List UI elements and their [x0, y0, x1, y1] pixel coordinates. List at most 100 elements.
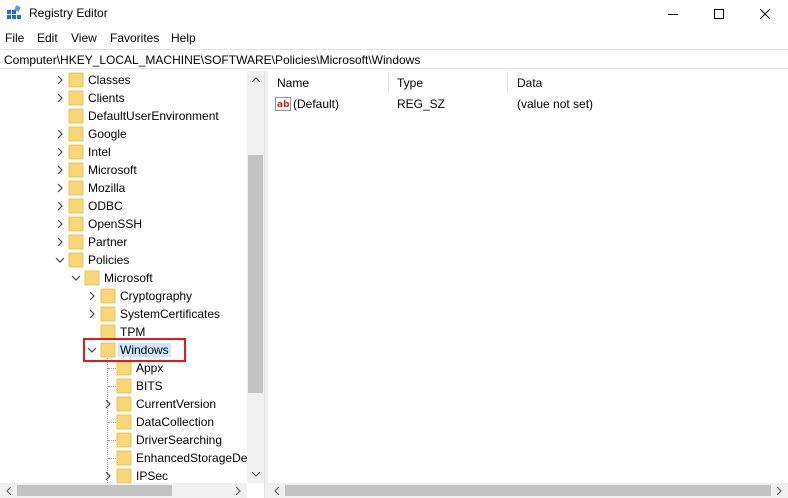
chevron-right-icon[interactable] [54, 146, 66, 158]
folder-icon [116, 378, 132, 394]
tree-item-currentversion[interactable]: CurrentVersion [0, 395, 248, 413]
tree-item-label: DataCollection [136, 415, 215, 429]
chevron-right-icon[interactable] [54, 218, 66, 230]
chevron-right-icon[interactable] [54, 74, 66, 86]
address-path: Computer\HKEY_LOCAL_MACHINE\SOFTWARE\Pol… [4, 53, 421, 67]
menu-help[interactable]: Help [171, 31, 196, 45]
folder-icon [68, 198, 84, 214]
tree-item-google[interactable]: Google [0, 125, 248, 143]
chevron-right-icon[interactable] [102, 470, 114, 482]
tree-item-odbc[interactable]: ODBC [0, 197, 248, 215]
tree-vertical-scrollbar[interactable] [247, 71, 264, 483]
folder-icon [68, 126, 84, 142]
chevron-right-icon[interactable] [102, 398, 114, 410]
folder-icon [68, 234, 84, 250]
tree-item-systemcertificates[interactable]: SystemCertificates [0, 305, 248, 323]
maximize-icon [714, 8, 724, 19]
minimize-button[interactable] [650, 0, 696, 27]
chevron-right-icon[interactable] [54, 128, 66, 140]
column-type-label: Type [397, 76, 424, 90]
tree-item-cryptography[interactable]: Cryptography [0, 287, 248, 305]
chevron-down-icon[interactable] [70, 272, 82, 284]
column-header-name[interactable]: Name [268, 71, 388, 93]
scroll-down-arrow[interactable] [247, 466, 264, 483]
column-data-label: Data [517, 76, 543, 90]
maximize-button[interactable] [696, 0, 742, 27]
tree-horizontal-scrollbar[interactable] [0, 483, 247, 498]
tree-scroll-right-arrow[interactable] [230, 483, 247, 498]
tree-item-mozilla[interactable]: Mozilla [0, 179, 248, 197]
tree-item-intel[interactable]: Intel [0, 143, 248, 161]
tree-item-label: Microsoft [104, 271, 153, 285]
tree-item-label: Microsoft [88, 163, 137, 177]
list-scroll-left-arrow[interactable] [268, 483, 285, 498]
tree-item-label: Policies [88, 253, 130, 267]
column-header-data[interactable]: Data [508, 71, 788, 93]
folder-icon [116, 450, 132, 466]
column-name-label: Name [277, 76, 310, 90]
chevron-down-icon[interactable] [54, 254, 66, 266]
list-scroll-right-arrow[interactable] [771, 483, 788, 498]
tree-connector-line [108, 368, 116, 369]
string-value-icon: ab [275, 97, 291, 111]
tree-item-partner[interactable]: Partner [0, 233, 248, 251]
folder-icon [68, 216, 84, 232]
tree-item-label: OpenSSH [88, 217, 143, 231]
value-data: (value not set) [517, 97, 594, 111]
chevron-right-icon[interactable] [54, 182, 66, 194]
selected-key-highlight [83, 338, 186, 362]
close-button[interactable] [742, 0, 788, 27]
chevron-right-icon[interactable] [54, 164, 66, 176]
tree-item-openssh[interactable]: OpenSSH [0, 215, 248, 233]
chevron-right-icon[interactable] [86, 308, 98, 320]
tree-item-label: BITS [136, 379, 163, 393]
tree-scroll-thumb[interactable] [248, 155, 263, 393]
tree-item-enhancedstoragedev[interactable]: EnhancedStorageDev [0, 449, 253, 467]
tree-scroll-left-arrow[interactable] [0, 483, 17, 498]
tree-item-microsoft[interactable]: Microsoft [0, 269, 248, 287]
menu-file[interactable]: File [5, 31, 24, 45]
menu-edit[interactable]: Edit [37, 31, 58, 45]
scroll-up-arrow[interactable] [247, 71, 264, 88]
tree-item-defaultuserenvironment[interactable]: DefaultUserEnvironment [0, 107, 248, 125]
menu-view[interactable]: View [71, 31, 97, 45]
minimize-icon [668, 13, 678, 15]
chevron-right-icon[interactable] [86, 290, 98, 302]
tree-item-datacollection[interactable]: DataCollection [0, 413, 248, 431]
tree-item-policies[interactable]: Policies [0, 251, 248, 269]
tree-item-label: DriverSearching [136, 433, 223, 447]
tree-item-clients[interactable]: Clients [0, 89, 248, 107]
close-icon [760, 8, 770, 19]
tree-item-label: Google [88, 127, 127, 141]
tree-item-classes[interactable]: Classes [0, 71, 248, 89]
tree-item-driversearching[interactable]: DriverSearching [0, 431, 248, 449]
folder-icon [68, 162, 84, 178]
tree-item-label: Appx [136, 361, 164, 375]
tree-item-label: DefaultUserEnvironment [88, 109, 219, 123]
folder-icon [68, 108, 84, 124]
tree-item-microsoft[interactable]: Microsoft [0, 161, 248, 179]
column-header-type[interactable]: Type [389, 71, 507, 93]
tree-hscroll-thumb[interactable] [17, 485, 172, 496]
list-hscroll-thumb[interactable] [285, 485, 771, 496]
chevron-right-icon[interactable] [54, 200, 66, 212]
tree-item-label: Cryptography [120, 289, 193, 303]
address-bar[interactable]: Computer\HKEY_LOCAL_MACHINE\SOFTWARE\Pol… [0, 49, 788, 69]
folder-icon [68, 144, 84, 160]
list-item[interactable]: ab (Default) REG_SZ (value not set) [268, 95, 788, 113]
window-title: Registry Editor [29, 6, 108, 20]
registry-key-tree[interactable]: Classes Clients DefaultUserEnvironment Goog… [0, 71, 264, 498]
menu-favorites[interactable]: Favorites [110, 31, 159, 45]
tree-item-bits[interactable]: BITS [0, 377, 248, 395]
chevron-right-icon[interactable] [54, 92, 66, 104]
chevron-right-icon[interactable] [54, 236, 66, 248]
folder-icon [116, 468, 132, 484]
tree-item-label: TPM [120, 325, 146, 339]
folder-icon [68, 252, 84, 268]
tree-item-label: Intel [88, 145, 111, 159]
folder-icon [100, 288, 116, 304]
values-list[interactable]: Name Type Data ab (Default) REG_SZ (valu… [268, 71, 788, 483]
tree-item-label: CurrentVersion [136, 397, 217, 411]
list-horizontal-scrollbar[interactable] [268, 483, 788, 498]
tree-item-label: Clients [88, 91, 125, 105]
